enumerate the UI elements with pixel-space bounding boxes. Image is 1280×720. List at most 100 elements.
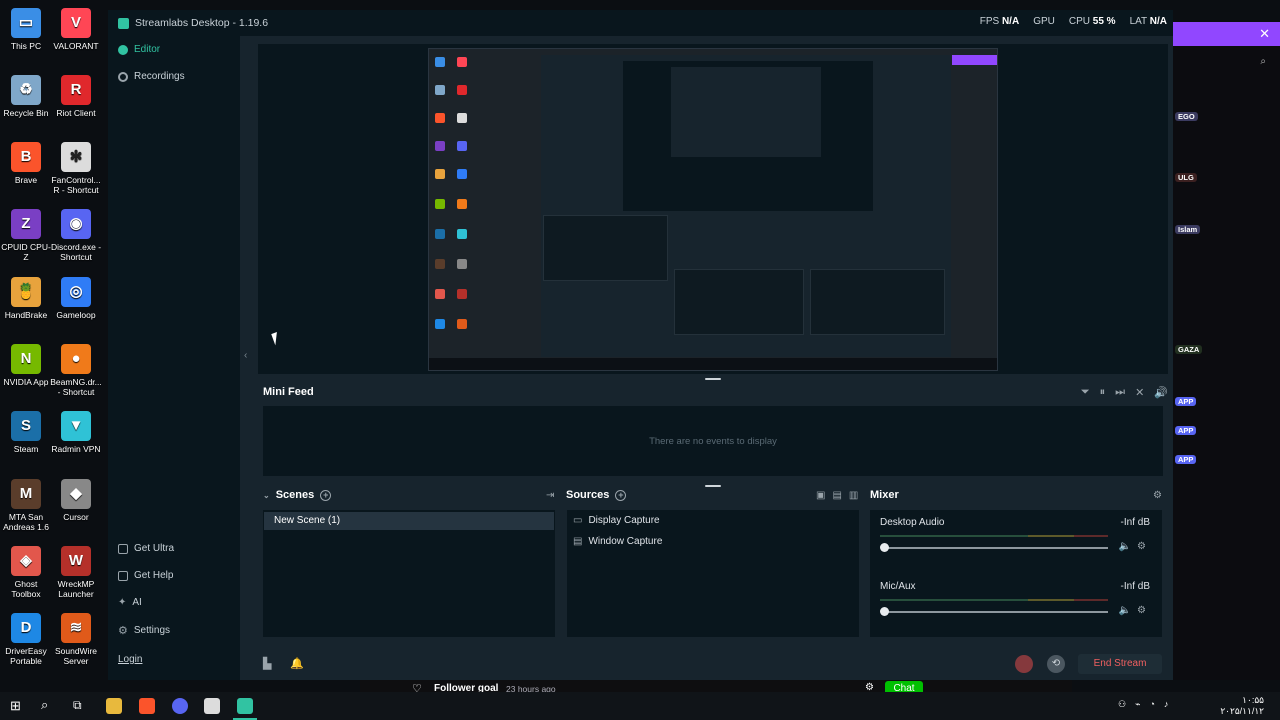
search-icon[interactable]: ⌕ [1260, 56, 1266, 67]
chat-badge: GAZA [1175, 345, 1203, 354]
collapse-nav-chevron-icon[interactable]: ‹ [244, 350, 247, 361]
sources-list: ▭ Display Capture ▤ Window Capture [567, 510, 859, 637]
performance-stats: FPS N/A GPU CPU 55 % LAT N/A [980, 16, 1167, 27]
performance-chart-icon[interactable]: ▙ [263, 657, 271, 670]
volume-slider-knob[interactable] [880, 607, 889, 616]
nav-ai[interactable]: ✦ AI [118, 597, 142, 608]
replay-buffer-icon[interactable]: ⟲ [1047, 655, 1065, 673]
desktop-icon-this-pc[interactable]: ▭ This PC [0, 8, 52, 51]
chat-badge: APP [1175, 455, 1197, 464]
skip-icon[interactable]: ⏭ [1115, 386, 1125, 399]
gameloop-icon: ◎ [61, 277, 91, 307]
title-bar: Streamlabs Desktop - 1.19.6 FPS N/A GPU … [108, 10, 1173, 36]
add-scene-button[interactable]: + [320, 489, 332, 501]
gear-icon: ⚙ [118, 625, 128, 637]
mini-feed-title: Mini Feed [263, 386, 314, 398]
mute-settings-icons[interactable]: 🔈⚙ [1119, 541, 1152, 552]
nav-editor[interactable]: Editor [118, 44, 160, 55]
scenes-list: New Scene (1) [263, 510, 555, 637]
mixer-settings-gear-icon[interactable]: ⚙ [1153, 490, 1162, 501]
desktop-icon-discord[interactable]: ◉ Discord.exe - Shortcut [50, 209, 102, 262]
desktop-icon-wreckmp[interactable]: W WreckMP Launcher [50, 546, 102, 599]
desktop-icon-recycle-bin[interactable]: ♻ Recycle Bin [0, 75, 52, 118]
desktop-icon-steam[interactable]: S Steam [0, 411, 52, 454]
desktop-icon-nvidia[interactable]: N NVIDIA App [0, 344, 52, 387]
source-item-window-capture[interactable]: ▤ Window Capture [567, 531, 859, 552]
window-title: Streamlabs Desktop - 1.19.6 [135, 17, 269, 29]
discord-taskbar-icon[interactable] [172, 698, 188, 714]
desktop-icon-handbrake[interactable]: 🍍 HandBrake [0, 277, 52, 320]
mute-notifications-icon[interactable]: ✕ [1135, 386, 1144, 399]
record-button[interactable] [1015, 655, 1033, 673]
resize-handle[interactable] [705, 378, 721, 380]
file-explorer-icon[interactable] [106, 698, 122, 714]
soundwire-icon: ≋ [61, 613, 91, 643]
fancontrol-taskbar-icon[interactable] [204, 698, 220, 714]
notification-bell-icon[interactable]: 🔔 [290, 657, 304, 670]
brave-taskbar-icon[interactable] [139, 698, 155, 714]
sources-toolbar-icons[interactable]: ▣▤▥ [816, 490, 865, 501]
desktop-icon-cursor[interactable]: ◆ Cursor [50, 479, 102, 522]
volume-icon[interactable]: 🔊 [1154, 386, 1168, 399]
recordings-icon [118, 71, 128, 82]
desktop-icon-fancontrol[interactable]: ✻ FanControl... R - Shortcut [50, 142, 102, 195]
task-view-icon[interactable]: ⧉ [73, 698, 82, 713]
streamlabs-taskbar-icon[interactable] [237, 698, 253, 714]
radmin-icon: ▼ [61, 411, 91, 441]
pause-icon[interactable]: ⏸ [1100, 386, 1106, 399]
desktop: ▭ This PC V VALORANT ♻ Recycle Bin R Riot Cl… [0, 0, 108, 690]
gpu-stat: GPU [1033, 16, 1055, 27]
desktop-icon-soundwire[interactable]: ≋ SoundWire Server [50, 613, 102, 666]
resize-handle-lower[interactable] [705, 485, 721, 487]
chat-badge: ULG [1175, 173, 1197, 182]
nav-get-help[interactable]: Get Help [118, 570, 173, 581]
riot-client-icon: R [61, 75, 91, 105]
taskbar-clock[interactable]: ۱۰:۵۵ ۲۰۲۵/۱۱/۱۲ [1220, 695, 1264, 717]
system-tray-icons[interactable]: ⚇⌁◔♪ [1118, 699, 1177, 710]
audio-meter [880, 599, 1108, 601]
pc-icon: ▭ [11, 8, 41, 38]
desktop-icon-riot-client[interactable]: R Riot Client [50, 75, 102, 118]
filter-icon[interactable]: ⏷ [1081, 386, 1090, 399]
nav-get-ultra[interactable]: Get Ultra [118, 543, 174, 554]
close-icon[interactable]: ✕ [1259, 26, 1270, 42]
valorant-icon: V [61, 8, 91, 38]
desktop-icon-valorant[interactable]: V VALORANT [50, 8, 102, 51]
scene-item[interactable]: New Scene (1) [264, 512, 554, 530]
scene-transitions-icon[interactable]: ⇥ [546, 490, 554, 501]
add-source-button[interactable]: + [615, 489, 627, 501]
desktop-icon-radmin[interactable]: ▼ Radmin VPN [50, 411, 102, 454]
volume-slider-knob[interactable] [880, 543, 889, 552]
drivereasy-icon: D [11, 613, 41, 643]
mini-feed: Mini Feed ⏷ ⏸ ⏭ ✕ 🔊 There are no events … [258, 382, 1168, 479]
chat-badge: APP [1175, 426, 1197, 435]
cpu-stat: CPU 55 % [1068, 16, 1116, 27]
discord-icon: ◉ [61, 209, 91, 239]
windows-start-icon[interactable]: ⊞ [10, 698, 21, 714]
cpuz-icon: Z [11, 209, 41, 239]
nav-settings[interactable]: ⚙ Settings [118, 624, 170, 637]
chevron-down-icon[interactable]: ⌄ [263, 491, 270, 500]
nav-login[interactable]: Login [118, 654, 142, 665]
display-icon: ▭ [573, 515, 583, 526]
ghost-toolbox-icon: ◈ [11, 546, 41, 576]
desktop-icon-cpuz[interactable]: Z CPUID CPU-Z [0, 209, 52, 262]
desktop-icon-brave[interactable]: B Brave [0, 142, 52, 185]
end-stream-button[interactable]: End Stream [1078, 654, 1162, 674]
search-icon[interactable]: ⌕ [41, 697, 48, 713]
desktop-icon-drivereasy[interactable]: D DriverEasy Portable [0, 613, 52, 666]
source-item-display-capture[interactable]: ▭ Display Capture [567, 510, 859, 531]
brave-icon: B [11, 142, 41, 172]
nav-recordings[interactable]: Recordings [118, 71, 185, 82]
desktop-icon-ghost-toolbox[interactable]: ◈ Ghost Toolbox [0, 546, 52, 599]
desktop-icon-beamng[interactable]: ● BeamNG.dr... - Shortcut [50, 344, 102, 397]
steam-icon: S [11, 411, 41, 441]
desktop-icon-mta[interactable]: M MTA San Andreas 1.6 [0, 479, 52, 532]
volume-slider-track[interactable] [884, 611, 1108, 613]
desktop-icon-gameloop[interactable]: ◎ Gameloop [50, 277, 102, 320]
preview-nested-window [541, 55, 951, 357]
stream-preview[interactable] [258, 44, 1168, 374]
volume-slider-track[interactable] [884, 547, 1108, 549]
lat-stat: LAT N/A [1129, 16, 1167, 27]
mute-settings-icons[interactable]: 🔈⚙ [1119, 605, 1152, 616]
